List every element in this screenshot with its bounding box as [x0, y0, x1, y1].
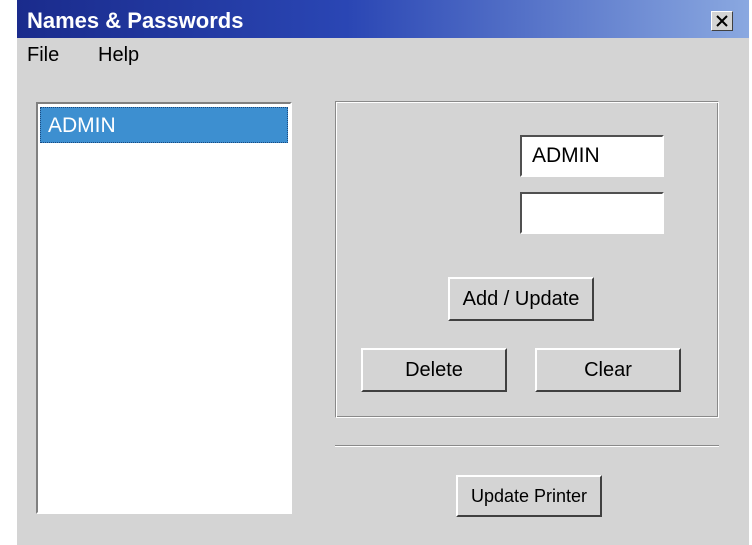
menu-file[interactable]: File: [27, 44, 59, 67]
name-field[interactable]: [520, 135, 664, 177]
separator: [335, 445, 719, 447]
names-passwords-window: Names & Passwords File Help ADMIN Add / …: [17, 0, 749, 545]
update-printer-button[interactable]: Update Printer: [456, 475, 602, 517]
close-icon: [716, 15, 728, 27]
title-bar[interactable]: Names & Passwords: [17, 0, 749, 38]
user-list[interactable]: ADMIN: [36, 102, 292, 514]
close-button[interactable]: [711, 11, 733, 31]
menu-help[interactable]: Help: [98, 44, 139, 67]
window-title: Names & Passwords: [27, 8, 244, 33]
clear-button[interactable]: Clear: [535, 348, 681, 392]
list-item-admin[interactable]: ADMIN: [40, 107, 288, 143]
menu-bar: File Help: [17, 38, 749, 74]
delete-button[interactable]: Delete: [361, 348, 507, 392]
edit-groupbox: Add / Update Delete Clear: [335, 101, 719, 418]
password-field[interactable]: [520, 192, 664, 234]
add-update-button[interactable]: Add / Update: [448, 277, 594, 321]
